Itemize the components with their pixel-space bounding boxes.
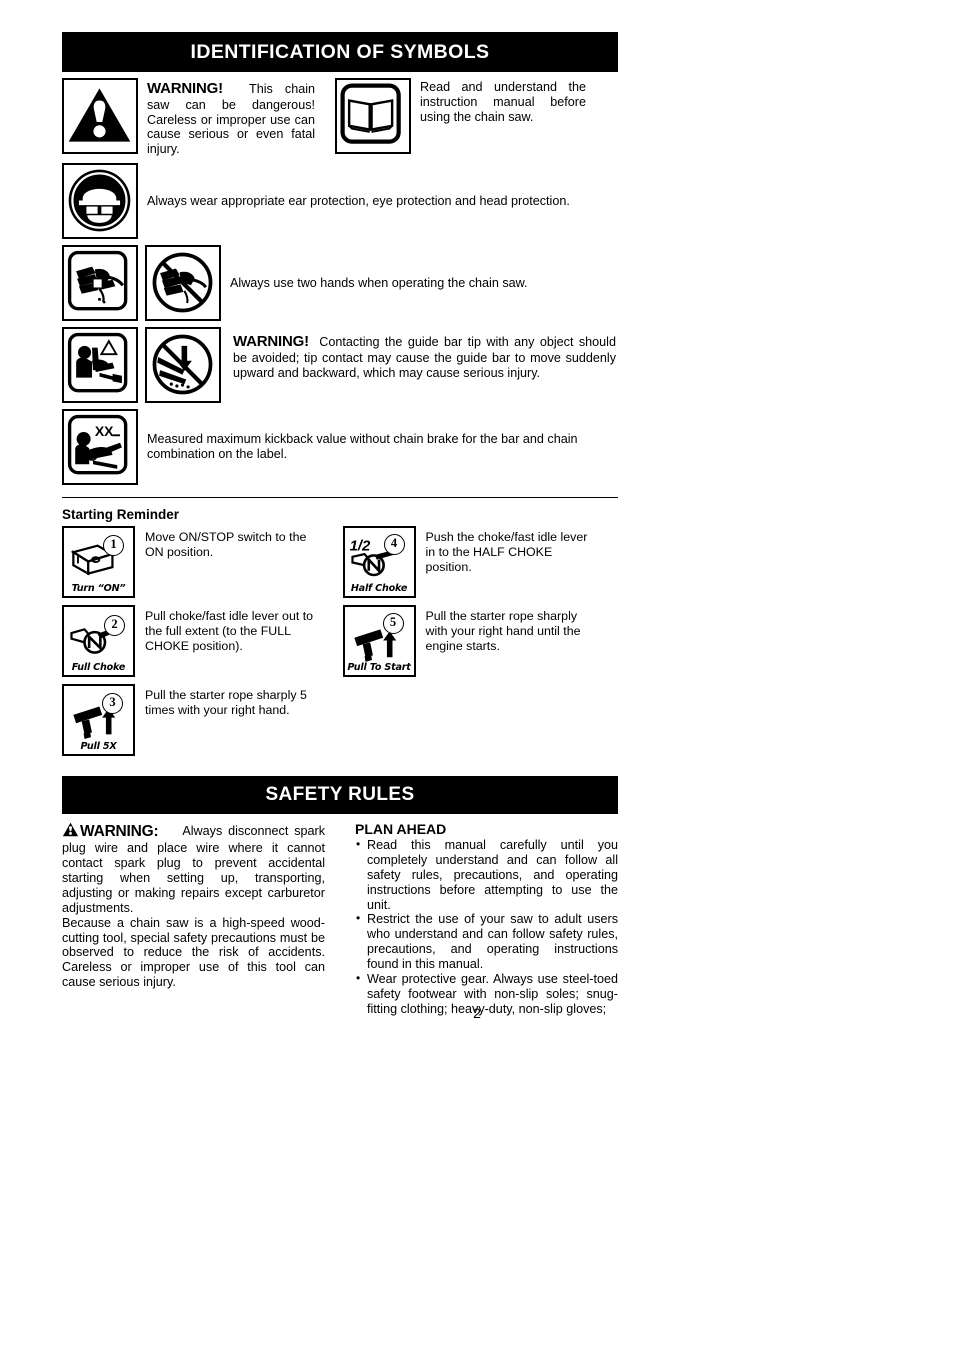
kickback-value-xx-icon: XX xyxy=(62,409,138,486)
identification-of-symbols-header: IDENTIFICATION OF SYMBOLS xyxy=(62,32,618,72)
choke-lever-half-icon: 1/2 4 Half Choke xyxy=(342,526,416,599)
kickback-warning-text: WARNING! Contacting the guide bar tip wi… xyxy=(233,327,616,380)
plan-ahead-column: PLAN AHEAD Read this manual carefully un… xyxy=(355,821,618,1016)
step-text: Move ON/STOP switch to the ON position. xyxy=(145,530,307,559)
safety-warning-paragraph-2: Because a chain saw is a high-speed wood… xyxy=(62,915,325,990)
step-caption: Full Choke xyxy=(71,662,126,674)
step-caption: Pull 5X xyxy=(80,741,117,753)
starting-reminder-heading: Starting Reminder xyxy=(62,507,180,523)
starting-step: 1 Turn “ON” Move ON/STOP switch to the O… xyxy=(62,526,338,599)
list-item: Restrict the use of your saw to adult us… xyxy=(355,911,618,971)
kickback-value-text: Measured maximum kickback value without … xyxy=(147,432,578,462)
safety-warning-paragraph: WARNING: Always disconnect spark plug wi… xyxy=(62,821,325,916)
step-text: Pull choke/fast idle lever out to the fu… xyxy=(145,609,314,653)
warning-label: WARNING! xyxy=(233,333,309,351)
starting-steps-right: 1/2 4 Half Choke Push the choke/fast idl… xyxy=(342,526,619,763)
warning-chainsaw-dangerous-text: WARNING! This chain saw can be dangerous… xyxy=(147,78,315,157)
step-caption: Turn “ON” xyxy=(71,583,126,595)
kickback-value-label: XX xyxy=(95,423,114,439)
warning-triangle-icon xyxy=(62,821,79,838)
warning-triangle-icon xyxy=(62,78,138,154)
read-manual-text: Read and understand the instruction manu… xyxy=(420,80,586,124)
two-hands-icon xyxy=(62,245,138,322)
symbol-row: XX Measured maximum kickback value witho… xyxy=(62,409,618,486)
warning-label: WARNING: xyxy=(80,823,159,841)
two-hands-text: Always use two hands when operating the … xyxy=(230,275,528,290)
step-number: 3 xyxy=(102,693,123,715)
document-page: IDENTIFICATION OF SYMBOLS WARNING! This … xyxy=(62,32,618,1016)
starting-step: 2 Full Choke Pull choke/fast idle lever … xyxy=(62,605,338,678)
page-number: 2 xyxy=(473,1005,481,1021)
kickback-operator-icon xyxy=(62,327,138,404)
symbol-row: Always wear appropriate ear protection, … xyxy=(62,163,618,240)
step-number: 1 xyxy=(103,535,124,557)
step-text: Pull the starter rope sharply with your … xyxy=(425,609,581,653)
warning-label: WARNING! xyxy=(147,80,223,97)
step-caption: Pull To Start xyxy=(347,662,411,674)
starting-step: 1/2 4 Half Choke Push the choke/fast idl… xyxy=(342,526,619,599)
starter-rope-handle-icon: 5 Pull To Start xyxy=(342,605,416,678)
starter-rope-handle-icon: 3 Pull 5X xyxy=(62,684,135,757)
plan-ahead-heading: PLAN AHEAD xyxy=(355,821,447,838)
half-choke-label: 1/2 xyxy=(349,538,370,554)
step-text: Push the choke/fast idle lever in to the… xyxy=(425,530,588,574)
step-caption: Half Choke xyxy=(350,583,408,595)
plan-ahead-list: Read this manual carefully until you com… xyxy=(355,837,618,1016)
safety-warning-column: WARNING: Always disconnect spark plug wi… xyxy=(62,821,325,1016)
choke-lever-full-icon: 2 Full Choke xyxy=(62,605,135,678)
step-number: 2 xyxy=(104,615,125,637)
instruction-manual-book-icon xyxy=(335,78,411,154)
on-stop-switch-icon: 1 Turn “ON” xyxy=(62,526,135,599)
list-item: Read this manual carefully until you com… xyxy=(355,837,618,912)
one-hand-prohibited-icon xyxy=(145,245,221,322)
safety-rules-columns: WARNING: Always disconnect spark plug wi… xyxy=(62,821,618,1016)
step-number: 5 xyxy=(382,613,404,635)
step-text: Pull the starter rope sharply 5 times wi… xyxy=(145,688,307,717)
starting-step: 3 Pull 5X Pull the starter rope sharply … xyxy=(62,684,338,757)
wear-protection-text: Always wear appropriate ear protection, … xyxy=(147,193,570,208)
head-eye-ear-protection-icon xyxy=(62,163,138,240)
safety-rules-header: SAFETY RULES xyxy=(62,776,618,815)
section-divider xyxy=(62,497,618,499)
bar-tip-contact-prohibited-icon xyxy=(145,327,221,404)
symbol-row: WARNING! Contacting the guide bar tip wi… xyxy=(62,327,618,404)
symbol-row: Always use two hands when operating the … xyxy=(62,245,618,322)
starting-step: 5 Pull To Start Pull the starter rope sh… xyxy=(342,605,619,678)
starting-steps-left: 1 Turn “ON” Move ON/STOP switch to the O… xyxy=(62,526,338,763)
starting-reminder-grid: 1 Turn “ON” Move ON/STOP switch to the O… xyxy=(62,526,618,763)
symbol-row: WARNING! This chain saw can be dangerous… xyxy=(62,78,618,157)
step-number: 4 xyxy=(383,534,405,556)
